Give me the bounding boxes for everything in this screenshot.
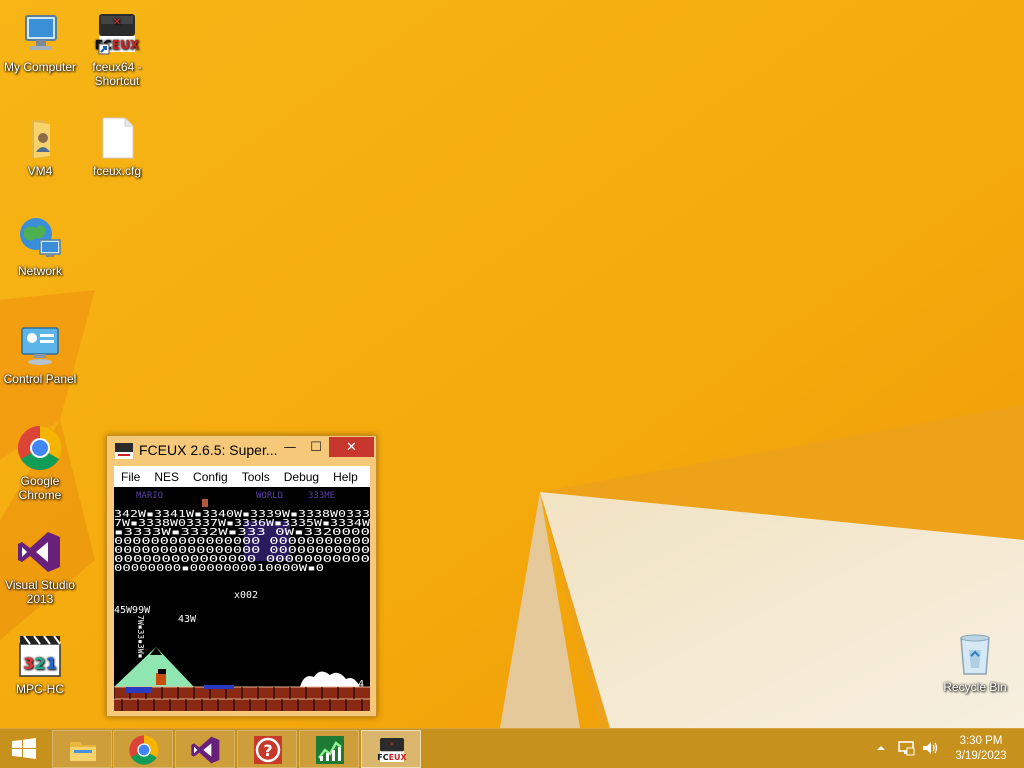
clock-date: 3/19/2023	[955, 750, 1007, 762]
desktop-icon-label: Recycle Bin	[943, 680, 1007, 694]
desktop-icon-vm4[interactable]: VM4	[0, 114, 80, 178]
minimize-icon: —	[283, 439, 297, 455]
menu-help[interactable]: Help	[326, 470, 365, 484]
game-screen-canvas: MARIO WORLD 333ME 342W▪3341W▪3340W▪3339W…	[114, 487, 370, 711]
fceux-icon: ✕ FCEUX	[95, 14, 140, 55]
task-manager-icon	[316, 736, 344, 764]
game-label-world: WORLD	[256, 491, 283, 501]
network-icon	[20, 218, 61, 257]
desktop-icon-label: VM4	[27, 164, 53, 178]
menu-nes[interactable]: NES	[147, 470, 186, 484]
desktop-icon-label: Visual Studio 2013	[5, 578, 75, 606]
desktop-icon-fceux-shortcut[interactable]: ✕ FCEUX fceux64 - Shortcut	[77, 10, 157, 88]
desktop-icon-my-computer[interactable]: My Computer	[0, 10, 80, 74]
start-button[interactable]	[0, 730, 48, 768]
visual-studio-icon	[18, 532, 60, 572]
svg-text:✕: ✕	[389, 741, 394, 748]
fceux-window[interactable]: FCEUX 2.6.5: Super... — ☐ ✕ File NES Con…	[106, 435, 377, 717]
help-icon: ?	[254, 736, 282, 764]
taskbar: ? ✕ FCEUX 3:30 PM 3/19/2023	[0, 728, 1024, 768]
game-vertical-text: 7W▪33▪3W▪	[136, 615, 145, 658]
game-row: 00000000▪0000000010000W▪0	[114, 563, 324, 574]
minimize-button[interactable]: —	[277, 437, 303, 457]
desktop-icon-control-panel[interactable]: Control Panel	[0, 322, 80, 386]
mpc-hc-icon: 321	[19, 635, 61, 677]
file-explorer-icon	[70, 742, 96, 761]
desktop-icon-label: Network	[17, 264, 62, 278]
show-hidden-icons-icon[interactable]	[874, 741, 888, 755]
fceux-icon: ✕ FCEUX	[377, 738, 408, 762]
close-icon: ✕	[346, 439, 357, 455]
window-titlebar[interactable]: FCEUX 2.6.5: Super... — ☐ ✕	[107, 436, 376, 466]
desktop-icon-recycle-bin[interactable]: Recycle Bin	[935, 630, 1015, 694]
recycle-bin-icon	[960, 634, 990, 675]
system-clock[interactable]: 3:30 PM 3/19/2023	[952, 734, 1010, 764]
file-icon	[102, 117, 134, 159]
desktop-icon-label: fceux64 - Shortcut	[92, 60, 142, 88]
taskbar-file-explorer[interactable]	[52, 730, 112, 768]
taskbar-visual-studio[interactable]	[175, 730, 235, 768]
taskbar-help[interactable]: ?	[237, 730, 297, 768]
menu-tools[interactable]: Tools	[235, 470, 277, 484]
desktop-icon-label: fceux.cfg	[92, 164, 142, 178]
folder-user-icon	[32, 120, 50, 158]
close-button[interactable]: ✕	[329, 437, 374, 457]
desktop-icon-fceux-cfg[interactable]: fceux.cfg	[77, 114, 157, 178]
chrome-icon	[129, 735, 159, 765]
game-label-level: 333ME	[308, 491, 335, 501]
fceux-icon	[115, 443, 133, 459]
taskbar-chrome[interactable]	[113, 730, 173, 768]
svg-text:✕: ✕	[113, 17, 121, 28]
volume-icon[interactable]	[921, 740, 939, 756]
game-text-mid: 43W	[178, 614, 197, 625]
menu-bar: File NES Config Tools Debug Help	[114, 466, 370, 487]
desktop-icon-mpc-hc[interactable]: 321 MPC-HC	[0, 632, 80, 696]
taskbar-task-manager[interactable]	[299, 730, 359, 768]
game-label-mario: MARIO	[136, 491, 163, 501]
svg-text:?: ?	[263, 741, 272, 760]
desktop-icon-label: Google Chrome	[18, 474, 62, 502]
menu-debug[interactable]: Debug	[277, 470, 326, 484]
coin-counter: x002	[234, 590, 258, 601]
desktop-icon-label: My Computer	[3, 60, 77, 74]
menu-config[interactable]: Config	[186, 470, 235, 484]
windows-logo-icon	[12, 738, 36, 759]
maximize-button[interactable]: ☐	[303, 437, 329, 457]
visual-studio-icon	[191, 736, 220, 764]
network-status-icon[interactable]	[897, 740, 915, 756]
taskbar-fceux[interactable]: ✕ FCEUX	[361, 730, 421, 768]
game-screen[interactable]: MARIO WORLD 333ME 342W▪3341W▪3340W▪3339W…	[114, 487, 370, 711]
computer-icon	[25, 15, 57, 50]
svg-text:FCEUX: FCEUX	[377, 753, 407, 762]
svg-text:321: 321	[23, 654, 56, 673]
desktop-icon-google-chrome[interactable]: Google Chrome	[0, 424, 80, 502]
chrome-icon	[18, 426, 62, 470]
maximize-icon: ☐	[310, 439, 322, 455]
desktop-icon-network[interactable]: Network	[0, 214, 80, 278]
desktop-icon-label: MPC-HC	[16, 682, 64, 696]
desktop-icon-visual-studio[interactable]: Visual Studio 2013	[0, 528, 80, 606]
clock-time: 3:30 PM	[959, 735, 1003, 747]
window-title: FCEUX 2.6.5: Super...	[139, 442, 278, 458]
desktop-icon-label: Control Panel	[3, 372, 77, 386]
control-panel-icon	[21, 327, 59, 365]
menu-file[interactable]: File	[114, 470, 147, 484]
